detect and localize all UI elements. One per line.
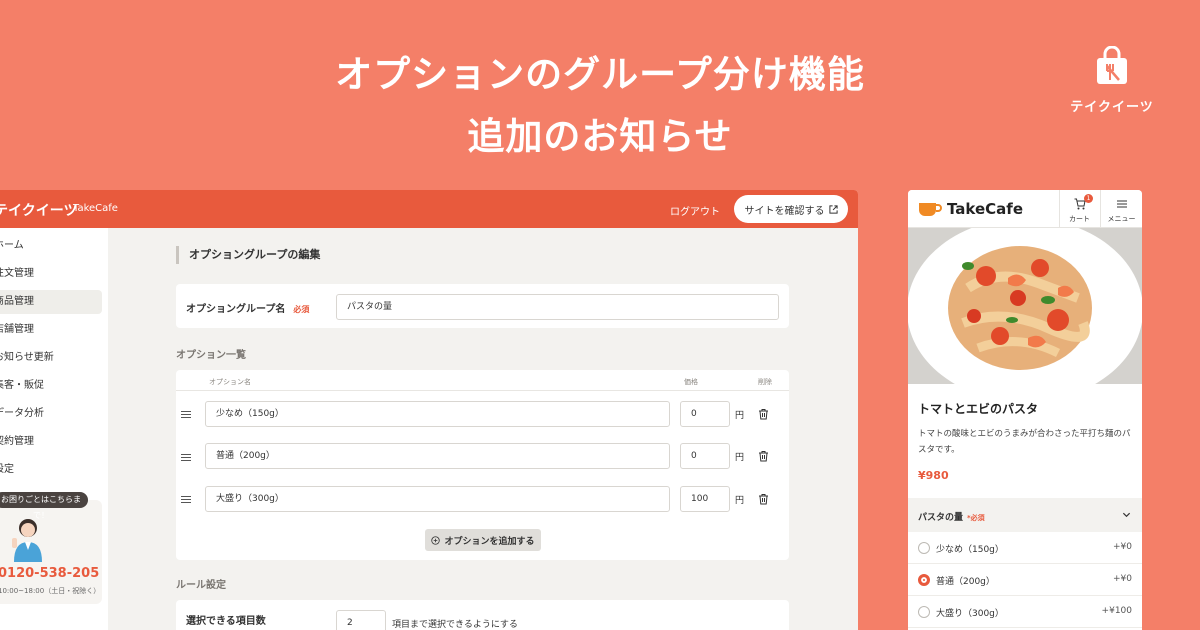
group-name-input[interactable]: パスタの量 [336,294,779,320]
headline-line-1: オプションのグループ分け機能 [335,53,865,96]
menu-button[interactable]: メニュー [1100,190,1142,228]
view-site-label: サイトを確認する [744,205,825,217]
option-group-required: *必須 [967,514,985,522]
trash-icon[interactable] [758,408,769,420]
header-divider [176,390,789,391]
brand-logo-name: テイクイーツ [1070,100,1154,115]
add-option-label: オプションを追加する [444,536,535,547]
option-label: 大盛り（300g） [936,609,1004,619]
trash-icon[interactable] [758,450,769,462]
announcement-headline: オプションのグループ分け機能 追加のお知らせ [0,44,1200,168]
option-label: 普通（200g） [936,577,995,587]
sidebar-item-settings[interactable]: 設定 [0,458,102,482]
mobile-header: TakeCafe 1 カート メニュー [908,190,1142,228]
help-contact-box: お困りごとはこちらまで！ 0120-538-205 10:00~18:00（土日… [0,492,102,604]
rules-section-title: ルール設定 [176,580,226,591]
option-radio-row[interactable]: 少なめ（150g） +¥0 [908,532,1142,564]
external-link-icon [828,204,838,214]
admin-store-name: TakeCafe [73,203,118,214]
brand-logo: テイクイーツ [1070,45,1154,115]
help-hours: 10:00~18:00（土日・祝除く） [0,587,101,595]
product-price: ¥980 [918,469,949,482]
sidebar-item-news[interactable]: お知らせ更新 [0,346,102,370]
yen-unit: 円 [735,453,745,463]
mobile-preview: TakeCafe 1 カート メニュー トマトとエビのパスタ トマトの酸味とエビ… [908,190,1142,630]
radio-button-selected[interactable] [918,574,930,586]
cart-count-badge: 1 [1084,194,1093,203]
option-group-name: パスタの量 *必須 [918,510,985,523]
menu-label: メニュー [1107,215,1136,223]
column-delete: 削除 [758,378,772,386]
radio-button[interactable] [918,542,930,554]
sidebar-item-analytics[interactable]: データ分析 [0,402,102,426]
option-group-header[interactable]: パスタの量 *必須 [908,498,1142,532]
yen-unit: 円 [735,496,745,506]
help-bubble: お困りごとはこちらまで！ [0,492,88,520]
admin-window: テイクイーツ TakeCafe ログアウト サイトを確認する ホーム 注文管理 … [0,190,858,630]
column-price: 価格 [684,378,698,386]
option-radio-row[interactable]: 普通（200g） +¥0 [908,564,1142,596]
option-price: +¥0 [1113,574,1132,584]
cart-button[interactable]: 1 カート [1059,190,1099,228]
drag-handle-icon[interactable] [181,452,191,463]
sidebar-item-contract[interactable]: 契約管理 [0,430,102,454]
cart-label: カート [1069,215,1090,223]
selectable-count-note: 項目まで選択できるようにする [392,620,518,630]
option-group-name-text: パスタの量 [918,513,964,523]
view-site-button[interactable]: サイトを確認する [734,195,848,223]
plus-circle-icon [431,535,441,545]
selectable-count-input[interactable]: 2 [336,610,386,630]
trash-icon[interactable] [758,493,769,505]
headline-line-2: 追加のお知らせ [467,115,733,158]
sidebar-item-store[interactable]: 店舗管理 [0,318,102,342]
option-name-input[interactable]: 普通（200g） [205,443,670,469]
logout-link[interactable]: ログアウト [670,203,720,218]
chevron-down-icon [1122,512,1131,518]
support-person-illustration [12,519,42,562]
radio-button[interactable] [918,606,930,618]
option-label: 少なめ（150g） [936,545,1004,555]
selectable-count-label: 選択できる項目数 [186,616,266,627]
group-name-card: オプショングループ名 必須 パスタの量 [176,284,789,328]
sidebar-item-orders[interactable]: 注文管理 [0,262,102,286]
help-phone[interactable]: 0120-538-205 [0,566,99,581]
option-price: +¥100 [1101,606,1132,616]
add-option-button[interactable]: オプションを追加する [425,529,541,551]
product-description: トマトの酸味とエビのうまみが合わさった平打ち麺のパスタです。 [918,429,1131,455]
shopping-bag-icon [1097,45,1127,84]
option-price: +¥0 [1113,542,1132,552]
option-price-input[interactable]: 100 [680,486,730,512]
pasta-photo [908,228,1142,384]
group-name-label: オプショングループ名 必須 [186,300,309,315]
sidebar-item-marketing[interactable]: 集客・販促 [0,374,102,398]
option-price-input[interactable]: 0 [680,443,730,469]
admin-sidebar: ホーム 注文管理 商品管理 店舗管理 お知らせ更新 集客・販促 データ分析 契約… [0,228,108,630]
option-radio-row[interactable]: 大盛り（300g） +¥100 [908,596,1142,628]
options-section-title: オプション一覧 [176,350,246,361]
required-badge: 必須 [293,305,310,314]
coffee-cup-icon [919,203,942,216]
option-price-input[interactable]: 0 [680,401,730,427]
option-name-input[interactable]: 少なめ（150g） [205,401,670,427]
mobile-brand[interactable]: TakeCafe [947,200,1023,218]
sidebar-item-products[interactable]: 商品管理 [0,290,102,314]
page-title: オプショングループの編集 [176,246,320,264]
hamburger-icon [1116,200,1127,208]
group-name-label-text: オプショングループ名 [186,304,286,315]
option-name-input[interactable]: 大盛り（300g） [205,486,670,512]
drag-handle-icon[interactable] [181,494,191,505]
column-option-name: オプション名 [209,378,251,386]
product-title: トマトとエビのパスタ [918,402,1039,416]
sidebar-item-home[interactable]: ホーム [0,234,102,258]
admin-brand[interactable]: テイクイーツ [0,200,77,220]
yen-unit: 円 [735,411,745,421]
drag-handle-icon[interactable] [181,409,191,420]
admin-header: テイクイーツ TakeCafe ログアウト サイトを確認する [0,190,858,228]
